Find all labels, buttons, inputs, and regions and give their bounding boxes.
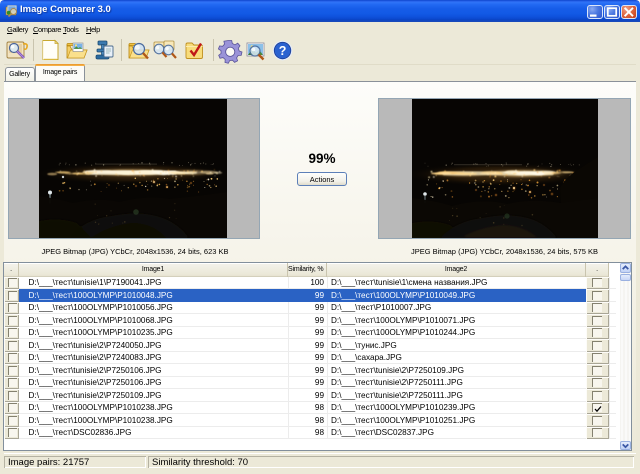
svg-text:?: ? xyxy=(279,44,287,58)
